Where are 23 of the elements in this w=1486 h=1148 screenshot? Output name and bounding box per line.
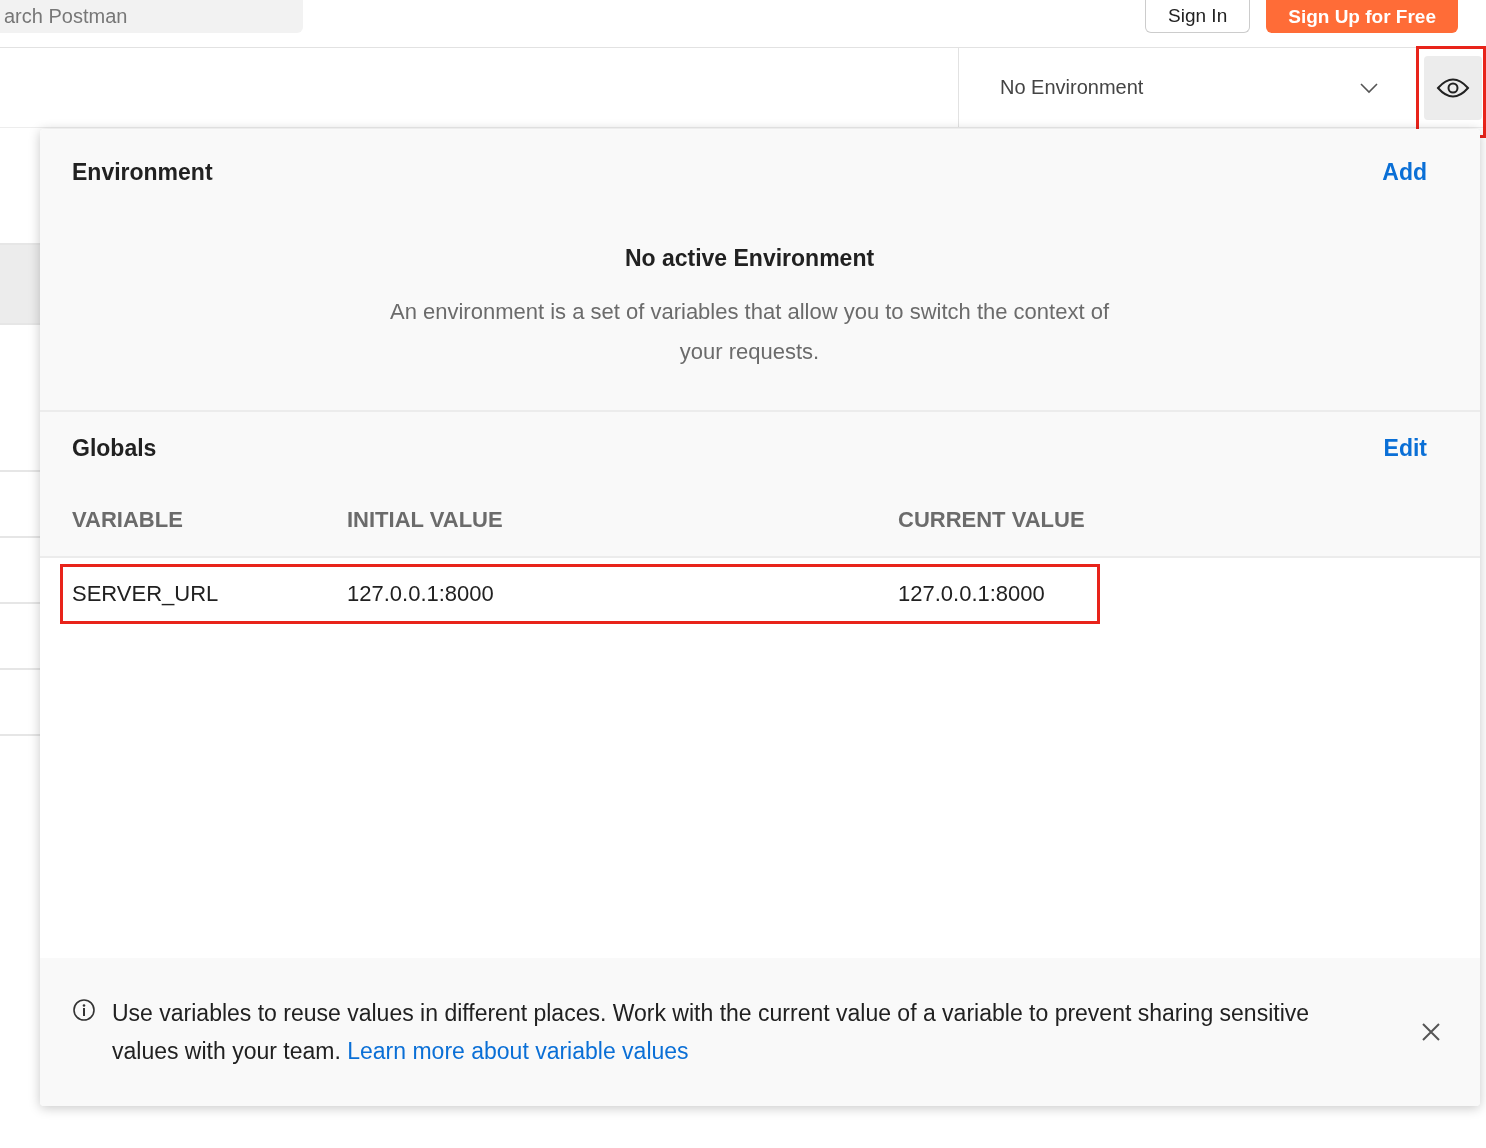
column-header: INITIAL VALUE [347, 507, 504, 533]
sign-up-button[interactable]: Sign Up for Free [1266, 0, 1458, 33]
info-message: Use variables to reuse values in different places. Work with the current value of a variable to prevent sharing sensitive values with your team. Learn more about variable values [112, 999, 1311, 1066]
chevron-down-icon [1359, 81, 1379, 94]
table-cell-text: SERVER_URL [72, 581, 220, 607]
sign-in-button[interactable]: Sign In [1145, 0, 1251, 33]
edit-link[interactable]: Edit [1383, 434, 1427, 462]
search-field[interactable]: arch Postman [0, 0, 303, 33]
section-title: Environment [72, 158, 213, 186]
column-header: CURRENT VALUE [898, 507, 1086, 533]
empty-state-text: An environment is a set of variables that allow you to switch the context of your requests. [389, 298, 1110, 366]
info-icon [72, 998, 96, 1022]
eye-icon [1436, 76, 1470, 99]
add-link[interactable]: Add [1382, 158, 1427, 186]
section-title: Globals [72, 434, 157, 462]
learn-more-link[interactable]: Learn more about variable values [347, 1038, 689, 1064]
empty-state-title: No active Environment [624, 245, 875, 272]
column-header: VARIABLE [72, 507, 184, 533]
environment-dropdown[interactable]: No Environment [958, 48, 1401, 127]
table-cell-text: 127.0.0.1:8000 [347, 581, 495, 607]
table-cell-text: 127.0.0.1:8000 [898, 581, 1046, 607]
environment-quick-look-button[interactable] [1424, 55, 1482, 120]
close-icon[interactable] [1420, 1021, 1442, 1043]
